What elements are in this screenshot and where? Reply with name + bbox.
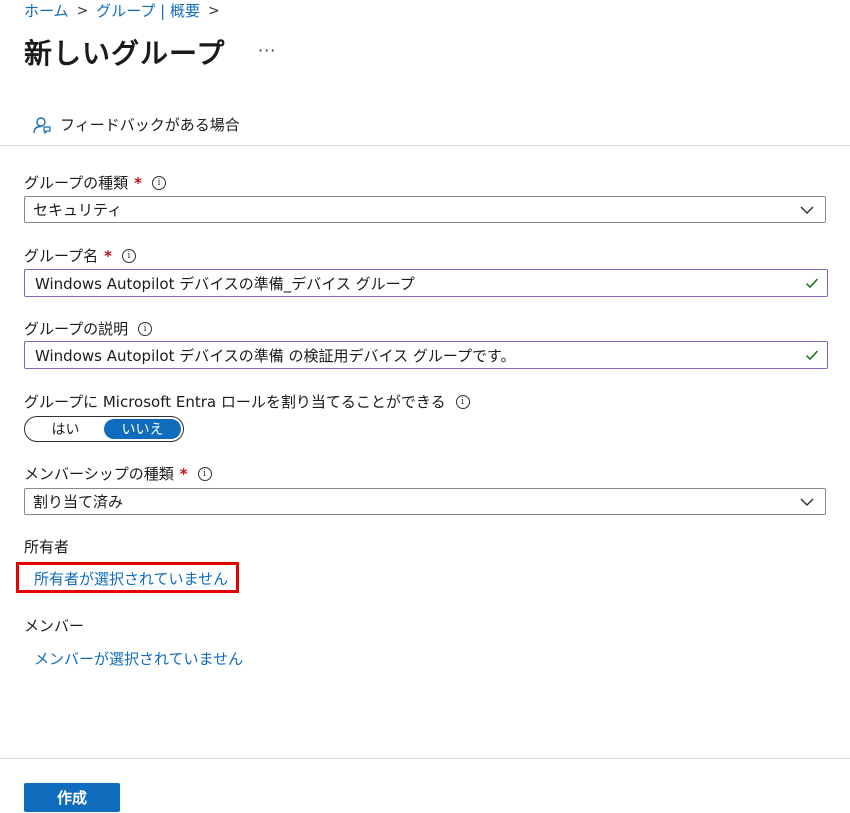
chevron-down-icon bbox=[800, 497, 814, 506]
group-description-input[interactable]: Windows Autopilot デバイスの準備 の検証用デバイス グループで… bbox=[24, 341, 828, 369]
info-icon[interactable]: i bbox=[121, 248, 136, 263]
info-icon[interactable]: i bbox=[455, 394, 470, 409]
chevron-down-icon bbox=[800, 205, 814, 214]
info-icon[interactable]: i bbox=[151, 175, 166, 190]
group-name-label-text: グループ名 bbox=[24, 247, 99, 265]
required-marker: * bbox=[179, 464, 188, 483]
toggle-option-yes[interactable]: はい bbox=[27, 419, 104, 439]
breadcrumb-group-overview[interactable]: グループ | 概要 bbox=[96, 0, 200, 21]
group-name-label: グループ名 * i bbox=[24, 245, 136, 266]
toggle-option-no[interactable]: いいえ bbox=[104, 419, 181, 439]
owners-label: 所有者 bbox=[24, 538, 70, 556]
more-options-icon[interactable]: ··· bbox=[258, 41, 276, 60]
entra-role-toggle[interactable]: はい いいえ bbox=[24, 416, 184, 442]
breadcrumb-home[interactable]: ホーム bbox=[24, 0, 69, 21]
group-type-label: グループの種類 * i bbox=[24, 172, 166, 193]
feedback-label: フィードバックがある場合 bbox=[60, 116, 240, 134]
divider bbox=[0, 145, 850, 146]
group-description-label: グループの説明 i bbox=[24, 318, 153, 339]
membership-type-label: メンバーシップの種類 * i bbox=[24, 463, 212, 484]
owners-link[interactable]: 所有者が選択されていません bbox=[34, 568, 228, 589]
feedback-icon bbox=[33, 116, 51, 134]
breadcrumb: ホーム > グループ | 概要 > bbox=[24, 0, 220, 21]
info-icon[interactable]: i bbox=[138, 321, 153, 336]
members-label: メンバー bbox=[24, 617, 85, 635]
membership-type-value: 割り当て済み bbox=[33, 493, 124, 511]
members-link[interactable]: メンバーが選択されていません bbox=[34, 648, 243, 669]
group-description-label-text: グループの説明 bbox=[24, 320, 129, 338]
group-type-select[interactable]: セキュリティ bbox=[24, 196, 826, 223]
page-title: 新しいグループ bbox=[24, 37, 226, 70]
group-name-value: Windows Autopilot デバイスの準備_デバイス グループ bbox=[35, 274, 415, 293]
group-name-input[interactable]: Windows Autopilot デバイスの準備_デバイス グループ bbox=[24, 269, 828, 297]
required-marker: * bbox=[104, 246, 112, 265]
feedback-button[interactable]: フィードバックがある場合 bbox=[32, 114, 240, 135]
entra-role-label-text: グループに Microsoft Entra ロールを割り当てることができる bbox=[24, 393, 446, 411]
group-type-value: セキュリティ bbox=[33, 201, 123, 219]
required-marker: * bbox=[134, 173, 142, 192]
info-icon[interactable]: i bbox=[197, 466, 212, 481]
membership-type-label-text: メンバーシップの種類 bbox=[24, 465, 174, 483]
checkmark-icon bbox=[805, 350, 819, 361]
divider bbox=[0, 758, 850, 759]
breadcrumb-separator: > bbox=[76, 2, 89, 19]
group-description-value: Windows Autopilot デバイスの準備 の検証用デバイス グループで… bbox=[35, 346, 516, 365]
entra-role-label: グループに Microsoft Entra ロールを割り当てることができる i bbox=[24, 391, 470, 412]
checkmark-icon bbox=[805, 278, 819, 289]
create-button[interactable]: 作成 bbox=[24, 783, 120, 812]
group-type-label-text: グループの種類 bbox=[24, 174, 129, 192]
membership-type-select[interactable]: 割り当て済み bbox=[24, 488, 826, 515]
breadcrumb-separator: > bbox=[208, 2, 220, 19]
